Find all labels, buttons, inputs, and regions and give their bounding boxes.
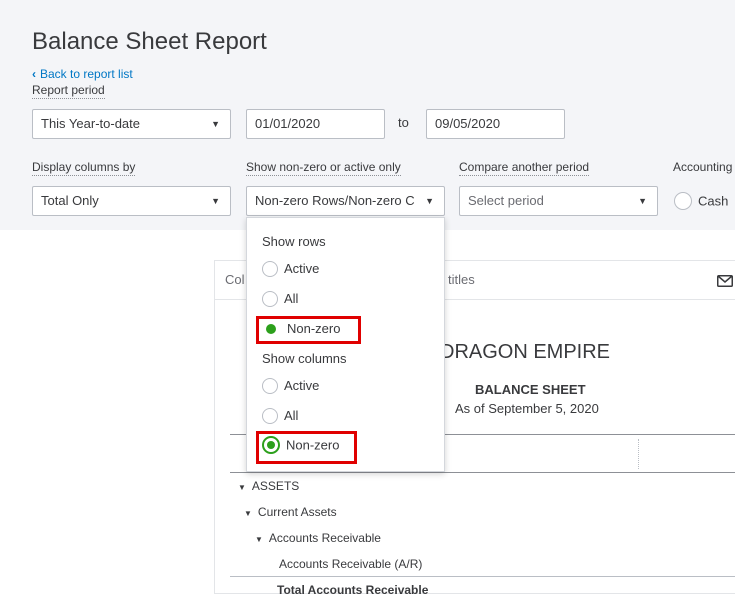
highlight-box (256, 316, 361, 344)
option-label: All (284, 408, 299, 424)
rows-option-active[interactable]: Active (262, 260, 319, 277)
show-rows-heading: Show rows (262, 234, 326, 249)
compare-period-placeholder: Select period (468, 193, 544, 208)
rows-option-all[interactable]: All (262, 290, 298, 307)
row-label: ASSETS (251, 479, 300, 493)
edit-titles-link[interactable]: titles (448, 272, 475, 287)
cash-radio-label: Cash (698, 193, 729, 209)
email-icon[interactable] (717, 275, 733, 287)
end-date-input[interactable]: 09/05/2020 (426, 109, 565, 139)
radio-unchecked-icon (262, 260, 278, 277)
triangle-down-icon[interactable]: ▼ (244, 509, 252, 518)
caret-down-icon: ▼ (638, 196, 647, 206)
report-period-select[interactable]: This Year-to-date ▼ (32, 109, 231, 139)
caret-down-icon: ▼ (211, 119, 220, 129)
caret-down-icon: ▼ (211, 196, 220, 206)
non-zero-dropdown-menu: Show rows Active All Non-zero Show colum… (246, 217, 445, 472)
company-name: DRAGON EMPIRE (440, 341, 611, 363)
non-zero-value: Non-zero Rows/Non-zero C (255, 193, 415, 208)
table-row[interactable]: ▼ ASSETS (238, 479, 299, 493)
triangle-down-icon[interactable]: ▼ (255, 535, 263, 544)
display-columns-select[interactable]: Total Only ▼ (32, 186, 231, 216)
back-to-report-list-link[interactable]: ‹ Back to report list (32, 67, 133, 81)
report-title: BALANCE SHEET (475, 382, 586, 397)
row-label: Total Accounts Receivable (277, 583, 429, 597)
columns-option-all[interactable]: All (262, 407, 298, 424)
row-label: Current Assets (257, 505, 337, 519)
column-header-bottom-rule (230, 472, 735, 473)
report-date: As of September 5, 2020 (455, 401, 599, 416)
table-row[interactable]: Accounts Receivable (A/R) (279, 557, 422, 571)
report-period-value: This Year-to-date (41, 116, 141, 131)
end-date-value: 09/05/2020 (435, 116, 501, 131)
cash-radio[interactable]: Cash (674, 192, 728, 210)
collapse-link[interactable]: Col (225, 272, 245, 287)
table-row[interactable]: ▼ Accounts Receivable (255, 531, 381, 545)
page-title: Balance Sheet Report (32, 28, 267, 55)
chevron-left-icon: ‹ (32, 67, 36, 81)
total-rule (230, 576, 735, 577)
report-period-label: Report period (32, 83, 105, 99)
non-zero-select[interactable]: Non-zero Rows/Non-zero C ▼ (246, 186, 445, 216)
compare-period-select[interactable]: Select period ▼ (459, 186, 658, 216)
highlight-box (256, 431, 357, 464)
radio-unchecked-icon (262, 407, 278, 424)
option-label: Active (284, 378, 320, 394)
show-columns-heading: Show columns (262, 351, 347, 366)
accounting-method-label: Accounting (673, 160, 733, 174)
display-columns-label: Display columns by (32, 160, 136, 176)
radio-unchecked-icon (674, 192, 692, 210)
radio-unchecked-icon (262, 290, 278, 307)
option-label: Active (284, 261, 320, 277)
column-divider (638, 439, 639, 469)
row-label: Accounts Receivable (A/R) (279, 557, 423, 571)
display-columns-value: Total Only (41, 193, 99, 208)
columns-option-active[interactable]: Active (262, 377, 319, 394)
table-row-total: Total Accounts Receivable (277, 583, 428, 597)
option-label: All (284, 291, 299, 307)
start-date-value: 01/01/2020 (255, 116, 321, 131)
radio-unchecked-icon (262, 377, 278, 394)
start-date-input[interactable]: 01/01/2020 (246, 109, 385, 139)
non-zero-label: Show non-zero or active only (246, 160, 401, 176)
row-label: Accounts Receivable (268, 531, 381, 545)
compare-period-label: Compare another period (459, 160, 590, 176)
caret-down-icon: ▼ (425, 196, 434, 206)
back-link-label: Back to report list (40, 67, 133, 81)
table-row[interactable]: ▼ Current Assets (244, 505, 337, 519)
date-range-to-label: to (398, 115, 409, 130)
triangle-down-icon[interactable]: ▼ (238, 483, 246, 492)
